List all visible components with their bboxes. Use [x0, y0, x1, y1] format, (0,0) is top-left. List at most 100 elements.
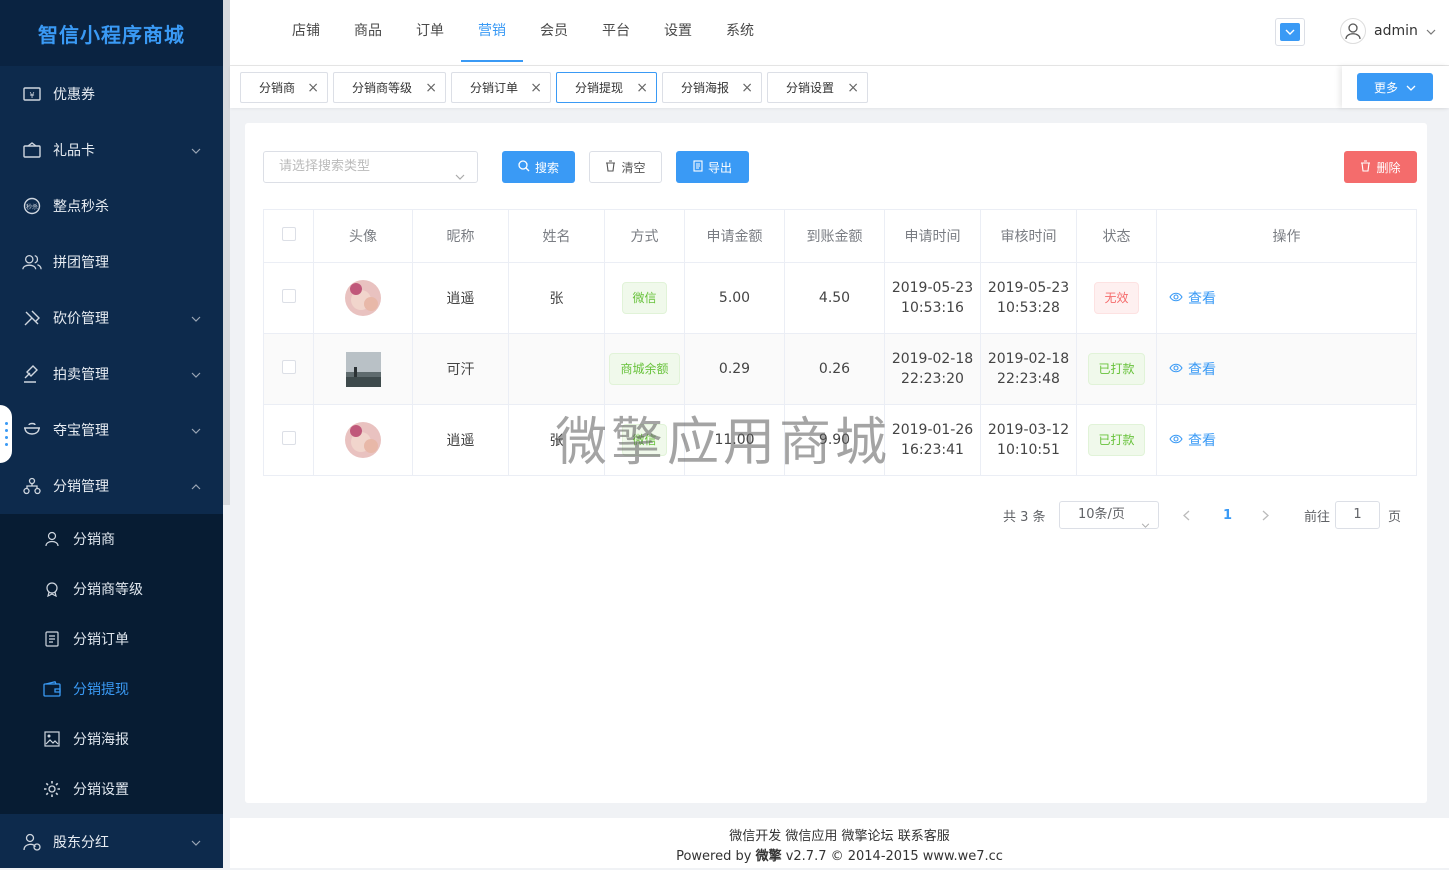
table-row: 逍遥 张 微信 11.00 9.90 2019-01-26 16:23:41 20… — [263, 404, 1417, 476]
page-size-label: 10条/页 — [1078, 507, 1125, 522]
sidebar-item-gift-card[interactable]: 礼品卡 — [0, 122, 223, 178]
sidebar-subitem-distribution-order[interactable]: 分销订单 — [0, 614, 223, 664]
sidebar-item-group-buy[interactable]: 拼团管理 — [0, 234, 223, 290]
sidebar-item-distribution[interactable]: 分销管理 — [0, 458, 223, 514]
tab-label: 分销订单 — [470, 81, 519, 95]
svg-text:¥: ¥ — [29, 91, 34, 100]
close-icon[interactable]: × — [530, 80, 542, 96]
tab-distributor[interactable]: 分销商 × — [240, 72, 328, 103]
search-type-select[interactable]: 请选择搜索类型 — [263, 151, 478, 183]
user-menu[interactable]: admin — [1340, 18, 1436, 44]
sidebar-subitem-label: 分销设置 — [73, 782, 129, 798]
select-all-checkbox[interactable] — [281, 227, 296, 241]
view-link[interactable]: 查看 — [1157, 359, 1416, 379]
close-icon[interactable]: × — [307, 80, 319, 96]
side-drawer-handle[interactable] — [0, 405, 12, 463]
tab-distribution-order[interactable]: 分销订单 × — [451, 72, 551, 103]
nav-goods[interactable]: 商品 — [337, 0, 399, 62]
view-label: 查看 — [1188, 291, 1216, 307]
tab-label: 分销提现 — [575, 81, 624, 95]
nav-marketing[interactable]: 营销 — [461, 0, 523, 62]
table-row: 逍遥 张 微信 5.00 4.50 2019-05-23 10:53:16 201… — [263, 262, 1417, 334]
tab-distributor-level[interactable]: 分销商等级 × — [333, 72, 446, 103]
close-icon[interactable]: × — [741, 80, 753, 96]
page-number-current[interactable]: 1 — [1223, 501, 1232, 529]
sidebar-subitem-poster[interactable]: 分销海报 — [0, 714, 223, 764]
sidebar-item-label: 拍卖管理 — [53, 367, 109, 383]
apply-date: 2019-05-23 — [891, 280, 974, 296]
nav-members[interactable]: 会员 — [523, 0, 585, 62]
nav-store[interactable]: 店铺 — [275, 0, 337, 62]
nav-platform[interactable]: 平台 — [585, 0, 647, 62]
view-link[interactable]: 查看 — [1157, 430, 1416, 450]
top-nav-menu: 店铺 商品 订单 营销 会员 平台 设置 系统 — [275, 0, 771, 62]
next-page-button[interactable] — [1262, 501, 1269, 529]
withdrawal-table: 头像 昵称 姓名 方式 申请金额 到账金额 申请时间 审核时间 状态 操作 逍遥… — [263, 209, 1417, 476]
tab-withdrawal[interactable]: 分销提现 × — [556, 72, 657, 103]
sidebar-subitem-distributor[interactable]: 分销商 — [0, 514, 223, 564]
image-icon — [42, 729, 62, 749]
sidebar-scrollbar[interactable] — [223, 0, 230, 505]
tab-settings[interactable]: 分销设置 × — [767, 72, 868, 103]
sidebar-item-label: 砍价管理 — [53, 311, 109, 327]
sidebar-item-treasure[interactable]: 夺宝管理 — [0, 402, 223, 458]
chevron-down-icon — [1426, 23, 1436, 39]
bargain-icon — [22, 308, 42, 328]
apply-amount-cell: 11.00 — [684, 404, 785, 476]
nav-orders[interactable]: 订单 — [399, 0, 461, 62]
apply-time-cell: 2019-05-23 10:53:16 — [884, 262, 981, 334]
close-icon[interactable]: × — [636, 80, 648, 96]
received-amount-cell: 4.50 — [784, 262, 885, 334]
tab-poster[interactable]: 分销海报 × — [662, 72, 762, 103]
gear-icon — [42, 779, 62, 799]
received-amount-cell: 9.90 — [784, 404, 885, 476]
row-checkbox[interactable] — [281, 289, 296, 303]
close-icon[interactable]: × — [847, 80, 859, 96]
powered-brand: 微擎 — [755, 849, 782, 864]
name-cell — [508, 333, 605, 405]
clear-button-label: 清空 — [621, 160, 646, 175]
sidebar-item-coupon[interactable]: ¥ 优惠券 — [0, 66, 223, 122]
export-button[interactable]: 导出 — [676, 151, 749, 183]
main-card: 请选择搜索类型 搜索 清空 导出 删除 头像 昵称 姓名 方式 申请金额 到账金… — [245, 123, 1427, 803]
goto-page-input[interactable]: 1 — [1335, 501, 1380, 529]
column-header: 昵称 — [412, 209, 509, 263]
sidebar-item-label: 礼品卡 — [53, 143, 95, 159]
close-icon[interactable]: × — [425, 80, 437, 96]
quick-dropdown-button[interactable] — [1275, 18, 1305, 46]
clear-button[interactable]: 清空 — [589, 151, 662, 183]
delete-button[interactable]: 删除 — [1344, 151, 1417, 183]
sidebar-subitem-settings[interactable]: 分销设置 — [0, 764, 223, 814]
footer-links[interactable]: 微信开发 微信应用 微擎论坛 联系客服 — [230, 827, 1449, 847]
search-button[interactable]: 搜索 — [502, 151, 575, 183]
column-header: 到账金额 — [784, 209, 885, 263]
chevron-down-icon — [191, 142, 201, 158]
nav-settings[interactable]: 设置 — [647, 0, 709, 62]
sidebar-item-flash-sale[interactable]: 秒杀 整点秒杀 — [0, 178, 223, 234]
column-header: 申请金额 — [684, 209, 785, 263]
eye-icon — [1169, 432, 1183, 448]
sidebar-item-auction[interactable]: 拍卖管理 — [0, 346, 223, 402]
sidebar-item-bargain[interactable]: 砍价管理 — [0, 290, 223, 346]
page-size-select[interactable]: 10条/页 — [1059, 501, 1159, 529]
chevron-up-icon — [191, 478, 201, 494]
nav-system[interactable]: 系统 — [709, 0, 771, 62]
received-amount-cell: 0.26 — [784, 333, 885, 405]
more-tabs-button[interactable]: 更多 — [1357, 73, 1433, 101]
row-checkbox[interactable] — [281, 360, 296, 374]
row-checkbox[interactable] — [281, 431, 296, 445]
auction-icon — [22, 364, 42, 384]
review-clock: 22:23:48 — [997, 371, 1060, 387]
chevron-down-icon — [1280, 23, 1300, 41]
apply-time-cell: 2019-01-26 16:23:41 — [884, 404, 981, 476]
review-clock: 10:53:28 — [997, 300, 1060, 316]
goto-label: 前往 — [1304, 509, 1331, 525]
prev-page-button[interactable] — [1183, 501, 1190, 529]
sidebar-subitem-distributor-level[interactable]: 分销商等级 — [0, 564, 223, 614]
view-link[interactable]: 查看 — [1157, 288, 1416, 308]
svg-text:秒杀: 秒杀 — [26, 203, 38, 211]
powered-prefix: Powered by — [676, 849, 756, 864]
sidebar-subitem-withdrawal[interactable]: 分销提现 — [0, 664, 223, 714]
table-header-row: 头像 昵称 姓名 方式 申请金额 到账金额 申请时间 审核时间 状态 操作 — [263, 209, 1417, 263]
sidebar-item-shareholder[interactable]: 股东分红 — [0, 814, 223, 870]
